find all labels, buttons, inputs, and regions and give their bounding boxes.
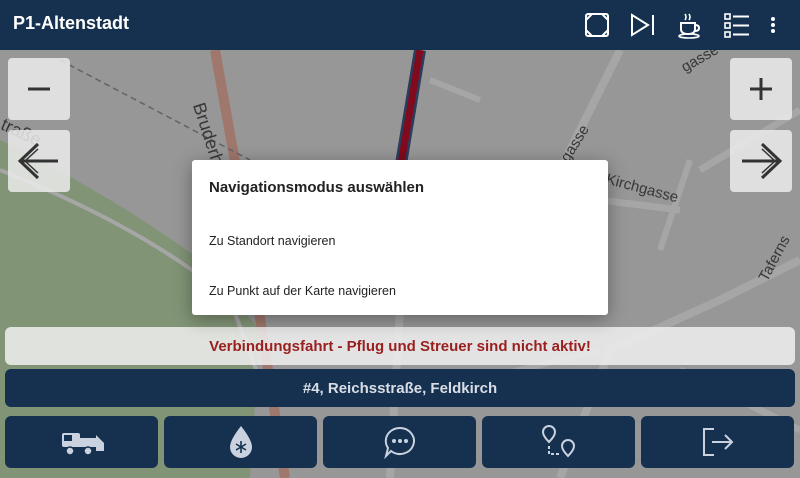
warning-text: Verbindungsfahrt - Pflug und Streuer sin… — [209, 337, 591, 355]
coffee-icon[interactable] — [672, 8, 706, 42]
forward-button[interactable] — [730, 130, 792, 192]
warning-banner: Verbindungsfahrt - Pflug und Streuer sin… — [5, 327, 795, 365]
checklist-icon[interactable] — [720, 8, 754, 42]
app-bar: P1-Altenstadt — [0, 0, 800, 50]
plus-icon — [750, 78, 772, 100]
play-next-icon[interactable] — [626, 8, 660, 42]
fullscreen-icon[interactable] — [580, 8, 614, 42]
dialog-title: Navigationsmodus auswählen — [209, 179, 425, 196]
exit-button[interactable] — [641, 416, 794, 468]
exit-icon — [702, 428, 733, 456]
zoom-out-button[interactable] — [8, 58, 70, 120]
snowflake-drop-icon — [229, 426, 252, 458]
address-bar[interactable]: #4, Reichsstraße, Feldkirch — [5, 369, 795, 407]
navigation-mode-dialog: Navigationsmodus auswählen Zu Standort n… — [192, 160, 608, 315]
page-title: P1-Altenstadt — [13, 13, 130, 33]
route-button[interactable] — [482, 416, 635, 468]
plow-truck-button[interactable] — [5, 416, 158, 468]
arrow-right-icon — [742, 142, 783, 180]
option-navigate-to-map-point[interactable]: Zu Punkt auf der Karte navigieren — [209, 284, 396, 298]
zoom-in-button[interactable] — [730, 58, 792, 120]
option-navigate-to-location[interactable]: Zu Standort navigieren — [209, 234, 335, 248]
more-vert-icon[interactable] — [758, 8, 788, 42]
spreader-button[interactable] — [164, 416, 317, 468]
arrow-left-icon — [17, 142, 58, 180]
route-icon — [541, 424, 575, 458]
minus-icon — [28, 87, 50, 91]
plow-truck-icon — [61, 433, 104, 456]
chat-icon — [383, 426, 415, 459]
chat-button[interactable] — [323, 416, 476, 468]
address-text: #4, Reichsstraße, Feldkirch — [302, 379, 498, 397]
back-button[interactable] — [8, 130, 70, 192]
